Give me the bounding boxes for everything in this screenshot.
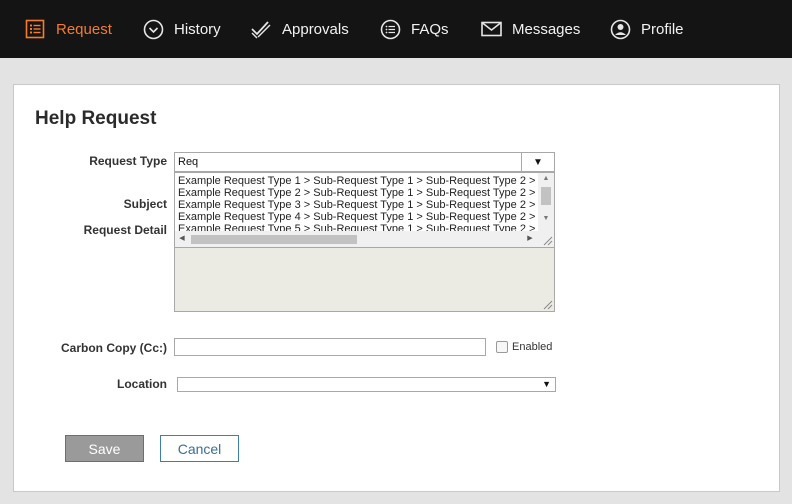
nav-faqs[interactable]: FAQs — [379, 0, 449, 58]
request-type-input[interactable]: Req — [174, 152, 522, 172]
save-button[interactable]: Save — [65, 435, 144, 462]
request-type-option[interactable]: Example Request Type 1 > Sub-Request Typ… — [178, 175, 539, 187]
request-type-option[interactable]: Example Request Type 4 > Sub-Request Typ… — [178, 211, 539, 223]
request-detail-label: Request Detail — [83, 223, 167, 237]
nav-history[interactable]: History — [142, 0, 221, 58]
location-label: Location — [117, 377, 167, 391]
nav-request[interactable]: Request — [24, 0, 112, 58]
nav-approvals[interactable]: Approvals — [250, 0, 349, 58]
chevron-circle-icon — [142, 18, 164, 40]
list-circle-icon — [379, 18, 401, 40]
request-type-option[interactable]: Example Request Type 2 > Sub-Request Typ… — [178, 187, 539, 199]
scroll-up-arrow-icon[interactable]: ▲ — [538, 173, 554, 185]
nav-messages-label: Messages — [512, 20, 581, 38]
list-icon — [24, 18, 46, 40]
scroll-down-arrow-icon[interactable]: ▼ — [538, 213, 554, 225]
nav-faqs-label: FAQs — [411, 20, 449, 38]
request-type-listbox[interactable]: Example Request Type 1 > Sub-Request Typ… — [174, 172, 555, 248]
request-type-dropdown-button[interactable]: ▼ — [521, 152, 555, 172]
page-title: Help Request — [35, 108, 157, 129]
cc-input[interactable] — [174, 338, 486, 356]
help-request-card: Help Request Request Type Req ▼ Example … — [13, 84, 780, 492]
cc-enabled-label: Enabled — [512, 341, 553, 353]
nav-request-label: Request — [56, 20, 112, 38]
vertical-scrollbar[interactable]: ▲ ▼ — [538, 173, 554, 231]
nav-history-label: History — [174, 20, 221, 38]
double-check-icon — [250, 18, 272, 40]
nav-profile-label: Profile — [641, 20, 684, 38]
chevron-down-icon: ▼ — [542, 379, 551, 389]
envelope-icon — [480, 18, 502, 40]
nav-approvals-label: Approvals — [282, 20, 349, 38]
subject-label: Subject — [123, 197, 167, 211]
request-type-options: Example Request Type 1 > Sub-Request Typ… — [178, 175, 539, 231]
scroll-right-arrow-icon[interactable]: ▶ — [523, 231, 537, 247]
request-detail-textarea[interactable] — [174, 248, 555, 312]
horizontal-scrollbar[interactable]: ◀ ▶ — [175, 231, 554, 247]
request-type-option[interactable]: Example Request Type 5 > Sub-Request Typ… — [178, 223, 539, 231]
request-type-label: Request Type — [89, 154, 167, 168]
cc-label: Carbon Copy (Cc:) — [61, 341, 167, 355]
request-type-option[interactable]: Example Request Type 3 > Sub-Request Typ… — [178, 199, 539, 211]
vertical-scroll-thumb[interactable] — [541, 187, 551, 205]
horizontal-scroll-thumb[interactable] — [191, 235, 357, 244]
nav-messages[interactable]: Messages — [480, 0, 580, 58]
cancel-button[interactable]: Cancel — [160, 435, 239, 462]
resize-grip-icon[interactable] — [541, 234, 553, 246]
cc-enabled-checkbox[interactable] — [496, 341, 508, 353]
resize-grip-icon[interactable] — [541, 298, 553, 310]
nav-profile[interactable]: Profile — [609, 0, 684, 58]
scroll-left-arrow-icon[interactable]: ◀ — [175, 231, 189, 247]
user-circle-icon — [609, 18, 631, 40]
location-select[interactable]: ▼ — [177, 377, 556, 392]
top-navigation: Request History Approvals FAQs Messages … — [0, 0, 792, 58]
